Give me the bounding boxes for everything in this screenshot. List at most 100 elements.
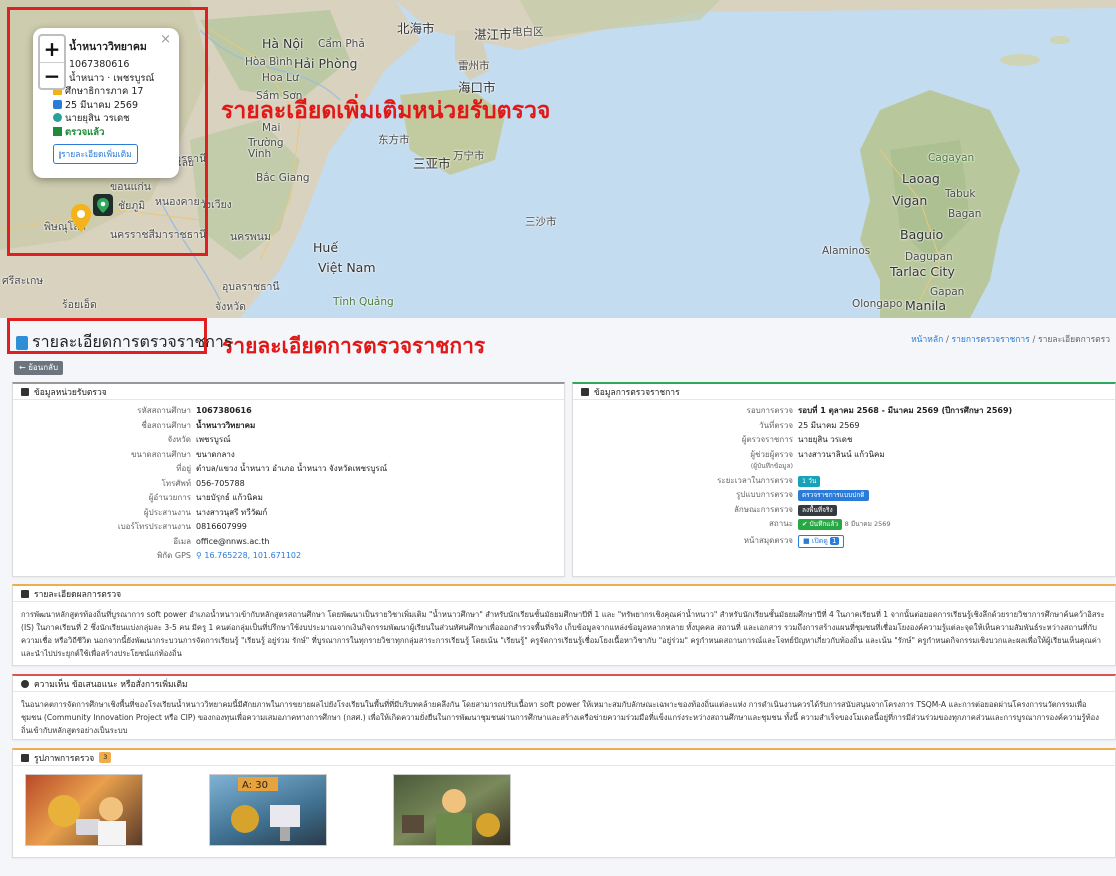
- map-label-vietnam: Việt Nam: [318, 260, 376, 275]
- inspection-photo-3[interactable]: [393, 774, 511, 846]
- unit-info-label: โทรศัพท์: [161, 478, 192, 488]
- map-label-leizhou: 雷州市: [458, 60, 490, 72]
- format-badge: ตรวจราชการแบบปกติ: [798, 490, 869, 501]
- zoom-in-button[interactable]: +: [40, 36, 64, 62]
- unit-info-card: ข้อมูลหน่วยรับตรวจ รหัสสถานศึกษา 10673806…: [12, 382, 565, 577]
- calendar-icon: [53, 99, 62, 109]
- unit-info-label: ชื่อสถานศึกษา: [141, 420, 191, 430]
- zoom-out-button[interactable]: −: [40, 62, 64, 88]
- unit-info-value: ตำบล/แขวง น้ำหนาว อำเภอ น้ำหนาว จังหวัดเ…: [196, 464, 388, 473]
- unit-info-value: ขนาดกลาง: [196, 449, 235, 459]
- back-button[interactable]: ← ย้อนกลับ: [14, 361, 64, 375]
- popup-date: 25 มีนาคม 2569: [65, 99, 139, 111]
- inspection-info-value: 25 มีนาคม 2569: [798, 420, 860, 430]
- map-label-hoabinh: Hòa Bình: [245, 56, 293, 68]
- map-label-tinhquang: Tỉnh Quảng: [333, 296, 394, 308]
- map-marker-green[interactable]: [92, 193, 114, 223]
- popup-date-row: 25 มีนาคม 2569: [53, 99, 171, 113]
- inspection-photo-1[interactable]: [25, 774, 143, 846]
- breadcrumb: หน้าหลัก / รายการตรวจราชการ / รายละเอียด…: [911, 332, 1110, 346]
- open-book-label: เปิดดู: [811, 536, 828, 545]
- unit-card-title: ข้อมูลหน่วยรับตรวจ: [34, 387, 107, 398]
- popup-inspector-row: นายยุสิน วรเดช: [53, 112, 171, 126]
- popup-school-code: 1067380616: [69, 59, 130, 70]
- unit-info-row: พิกัด GPS ⚲ 16.765228, 101.671102: [13, 549, 564, 564]
- annotation-title-label: รายละเอียดการตรวจราชการ: [222, 334, 486, 358]
- popup-close-button[interactable]: ×: [160, 32, 171, 47]
- result-card: รายละเอียดผลการตรวจ การพัฒนาหลักสูตรท้อง…: [12, 584, 1116, 666]
- page-title: รายละเอียดการตรวจราชการ: [16, 330, 233, 355]
- status-row: สถานะ ✔ บันทึกแล้ว 8 มีนาคม 2569: [573, 517, 1115, 532]
- map-label-tarlac: Tarlac City: [890, 264, 955, 279]
- unit-info-row: ที่อยู่ ตำบล/แขวง น้ำหนาว อำเภอ น้ำหนาว จ…: [13, 462, 564, 477]
- result-text: การพัฒนาหลักสูตรท้องถิ่นที่บูรณาการ soft…: [21, 610, 1105, 658]
- inspection-card-title: ข้อมูลการตรวจราชการ: [594, 387, 680, 398]
- popup-status: ตรวจแล้ว: [65, 126, 105, 138]
- map-label-hoalu: Hoa Lư: [262, 72, 299, 84]
- building-icon: [21, 387, 29, 396]
- popup-region: ศึกษาธิการภาค 17: [65, 86, 144, 97]
- popup-status-row: ตรวจแล้ว: [53, 126, 171, 140]
- breadcrumb-list[interactable]: รายการตรวจราชการ: [952, 335, 1030, 345]
- comment-text: ในอนาคตการจัดการศึกษาเชิงพื้นที่ของโรงเร…: [21, 700, 1099, 735]
- unit-info-label: อีเมล: [173, 536, 191, 546]
- map-zoom-control: + −: [38, 34, 66, 90]
- format-label: รูปแบบการตรวจ: [736, 490, 793, 499]
- map-label-thai10: ราชธานี: [168, 229, 207, 241]
- photos-card-header: รูปภาพการตรวจ 3: [13, 750, 1115, 766]
- unit-info-row: จังหวัด เพชรบูรณ์: [13, 433, 564, 448]
- gps-link[interactable]: ⚲ 16.765228, 101.671102: [196, 549, 301, 564]
- popup-location: น้ำหนาว · เพชรบูรณ์: [69, 72, 155, 84]
- map-label-beihai: 北海市: [397, 21, 435, 36]
- photo-2-sign: A: 30: [242, 780, 268, 791]
- unit-info-row: ชื่อสถานศึกษา น้ำหนาววิทยาคม: [13, 419, 564, 434]
- unit-info-label: เบอร์โทรประสานงาน: [117, 522, 191, 531]
- unit-info-row: เบอร์โทรประสานงาน 0816607999: [13, 520, 564, 535]
- status-date: 8 มีนาคม 2569: [844, 520, 891, 528]
- document-icon: [16, 335, 28, 350]
- unit-info-row: ผู้ประสานงาน นางสาวนุสรี ทวีวัฒก์: [13, 506, 564, 521]
- map-label-zhanjiang: 湛江市: [474, 27, 512, 42]
- comment-icon: [21, 679, 29, 688]
- unit-info-value: น้ำหนาววิทยาคม: [196, 420, 256, 430]
- status-flag-icon: [53, 126, 62, 136]
- inspection-info-value: นางสาวนาลินน์ แก้วนิคม: [798, 449, 885, 459]
- comment-card-title: ความเห็น ข้อเสนอแนะ หรือสั่งการเพิ่มเติม: [34, 679, 188, 690]
- map-label-campha: Cẩm Phả: [318, 38, 365, 50]
- inspection-card-header: ข้อมูลการตรวจราชการ: [573, 384, 1115, 400]
- popup-more-label: รายละเอียดเพิ่มเติม: [60, 150, 132, 160]
- inspection-photo-2[interactable]: A: 30: [209, 774, 327, 846]
- unit-info-value[interactable]: 16.765228, 101.671102: [204, 551, 301, 560]
- unit-info-value: นางสาวนุสรี ทวีวัฒก์: [196, 507, 268, 517]
- map-label-thai14: เลย: [178, 157, 195, 169]
- inspection-info-value: นายยุสิน วรเดช: [798, 435, 853, 444]
- duration-badge: 1 วัน: [798, 475, 821, 487]
- map-label-thai5: อุบลราชธานี: [222, 281, 280, 293]
- unit-info-label: รหัสสถานศึกษา: [137, 406, 191, 415]
- camera-icon: [21, 753, 29, 762]
- book-count-badge: 1: [830, 536, 839, 545]
- map-label-alaminos: Alaminos: [822, 245, 871, 257]
- photo-2-art: A: 30: [231, 777, 300, 841]
- unit-info-label: จังหวัด: [167, 435, 191, 444]
- unit-info-value: 0816607999: [196, 522, 247, 531]
- photos-card: รูปภาพการตรวจ 3 A: 30: [12, 748, 1116, 858]
- map-label-thai11: วังเวียง: [200, 199, 232, 211]
- map-label-thai4: นครราชสีมา: [110, 229, 168, 241]
- map-marker-yellow[interactable]: [70, 203, 92, 233]
- unit-info-label: ที่อยู่: [176, 464, 191, 473]
- breadcrumb-home[interactable]: หน้าหลัก: [911, 335, 943, 345]
- breadcrumb-current: รายละเอียดการตรว: [1038, 335, 1110, 345]
- inspection-info-card: ข้อมูลการตรวจราชการ รอบการตรวจ รอบที่ 1 ต…: [572, 382, 1116, 577]
- map-label-tabuk: Tabuk: [945, 188, 976, 200]
- popup-more-details-button[interactable]: iรายละเอียดเพิ่มเติม: [53, 144, 138, 164]
- open-book-button[interactable]: ■ เปิดดู 1: [798, 534, 844, 548]
- unit-info-value: 056-705788: [196, 478, 245, 488]
- popup-region-row: ศึกษาธิการภาค 17: [53, 85, 171, 99]
- format-row: รูปแบบการตรวจ ตรวจราชการแบบปกติ: [573, 488, 1115, 503]
- inspection-info-row: ผู้ตรวจราชการ นายยุสิน วรเดช: [573, 433, 1115, 448]
- map-label-dianbai: 电白区: [512, 26, 544, 38]
- inspection-info-row: รอบการตรวจ รอบที่ 1 ตุลาคม 2568 - มีนาคม …: [573, 404, 1115, 419]
- map-label-dongfang: 东方市: [378, 134, 410, 146]
- map-view[interactable]: Hà Nội Cẩm Phả Hòa Bình Hải Phòng Hoa Lư…: [0, 0, 1116, 318]
